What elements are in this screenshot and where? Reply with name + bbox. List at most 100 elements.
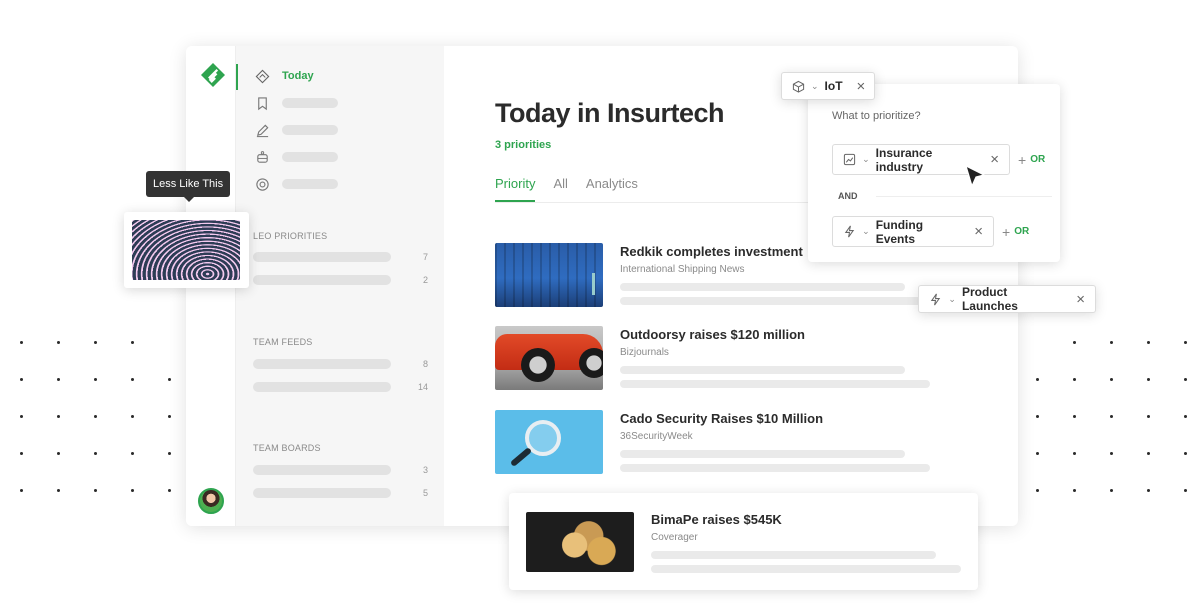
or-label: OR [1030, 154, 1046, 165]
article-source: Coverager [651, 532, 698, 543]
feed-row[interactable]: 14 [253, 382, 428, 392]
article-title[interactable]: Outdoorsy raises $120 million [620, 327, 930, 342]
chevron-down-icon[interactable]: ⌄ [862, 154, 870, 165]
fingerprint-image [132, 220, 240, 280]
diamond-icon [254, 68, 270, 84]
feed-count: 7 [422, 252, 428, 262]
article-summary-placeholder [651, 551, 936, 559]
and-label: AND [838, 191, 858, 201]
or-label: OR [1014, 226, 1030, 237]
feed-row[interactable]: 3 [253, 465, 428, 475]
section-title: TEAM BOARDS [253, 443, 321, 453]
article-source: International Shipping News [620, 264, 745, 275]
feed-count: 14 [417, 382, 428, 392]
article-thumbnail [495, 410, 603, 474]
filter-label: Funding Events [875, 217, 924, 246]
feed-row[interactable]: 8 [253, 359, 428, 369]
close-icon[interactable]: × [857, 79, 866, 94]
chevron-down-icon[interactable]: ⌄ [862, 226, 870, 237]
close-icon[interactable]: × [990, 152, 999, 167]
active-indicator [236, 64, 238, 90]
feed-row[interactable]: 5 [253, 488, 428, 498]
pencil-icon [254, 122, 270, 138]
sidebar: Today LEO PRIORITIES 7 2 TEAM FEEDS 8 14… [236, 46, 444, 526]
sidebar-item-ai[interactable] [254, 149, 338, 165]
filter-chip-funding[interactable]: ⌄ Funding Events × [832, 216, 994, 247]
mouse-cursor-icon [965, 164, 986, 188]
feed-count: 8 [422, 359, 428, 369]
sidebar-item-notes[interactable] [254, 122, 338, 138]
chip-label: IoT [824, 79, 843, 93]
cube-icon [792, 79, 805, 93]
article-thumbnail [526, 512, 634, 572]
feed-row[interactable]: 7 [253, 252, 428, 262]
feed-row[interactable]: 2 [253, 275, 428, 285]
feed-placeholder [253, 359, 391, 369]
section-title: LEO PRIORITIES [253, 231, 328, 241]
feed-placeholder [253, 382, 391, 392]
prioritize-panel: What to prioritize? ⌄ Insurance industry… [808, 84, 1060, 262]
plus-icon: + [1018, 151, 1027, 168]
close-icon[interactable]: × [974, 224, 983, 239]
article-source: 36SecurityWeek [620, 431, 693, 442]
floating-article-card[interactable]: BimaPe raises $545K Coverager [509, 493, 978, 590]
chevron-down-icon[interactable]: ⌄ [948, 294, 956, 305]
page-title: Today in Insurtech [495, 98, 725, 128]
article-title[interactable]: Cado Security Raises $10 Million [620, 411, 930, 426]
article-title[interactable]: BimaPe raises $545K [651, 512, 961, 527]
tab-bar: Priority All Analytics [495, 176, 638, 202]
and-divider [876, 196, 1052, 197]
add-or-button[interactable]: + OR [1018, 152, 1045, 168]
robot-icon [254, 149, 270, 165]
feed-placeholder [253, 252, 391, 262]
sidebar-item-today[interactable]: Today [254, 68, 314, 84]
lightning-icon [843, 225, 856, 239]
fingerprint-card[interactable] [124, 212, 249, 288]
sidebar-item-placeholder [282, 152, 338, 162]
section-title: TEAM FEEDS [253, 337, 313, 347]
feed-count: 5 [422, 488, 428, 498]
prioritize-question: What to prioritize? [832, 110, 921, 122]
article-source: Bizjournals [620, 347, 669, 358]
sidebar-item-label: Today [282, 70, 314, 82]
user-avatar[interactable] [198, 488, 224, 514]
add-or-button[interactable]: + OR [1002, 224, 1029, 240]
chart-icon [843, 153, 856, 167]
lightning-icon [929, 292, 942, 306]
tab-analytics[interactable]: Analytics [586, 176, 638, 202]
article-summary-placeholder [620, 380, 930, 388]
article-summary-placeholder [651, 565, 961, 573]
lifebuoy-icon [254, 176, 270, 192]
iot-chip[interactable]: ⌄ IoT × [781, 72, 875, 100]
feed-count: 3 [422, 465, 428, 475]
feedly-logo-icon[interactable] [200, 62, 226, 88]
article-thumbnail [495, 326, 603, 390]
feed-placeholder [253, 488, 391, 498]
chevron-down-icon[interactable]: ⌄ [811, 81, 819, 92]
sidebar-item-placeholder [282, 98, 338, 108]
chip-label: Product Launches [961, 285, 1018, 313]
article-summary-placeholder [620, 366, 905, 374]
article-summary-placeholder [620, 450, 905, 458]
priorities-count[interactable]: 3 priorities [495, 139, 551, 151]
filter-label: Insurance industry [875, 145, 933, 174]
less-like-this-tooltip: Less Like This [146, 171, 231, 202]
feed-placeholder [253, 275, 391, 285]
sidebar-item-placeholder [282, 125, 338, 135]
article-item[interactable]: Cado Security Raises $10 Million 36Secur… [495, 410, 930, 474]
tab-priority[interactable]: Priority [495, 176, 536, 202]
dot-pattern-left [20, 341, 205, 492]
article-summary-placeholder [620, 464, 930, 472]
product-launches-chip[interactable]: ⌄ Product Launches × [918, 285, 1096, 313]
article-summary-placeholder [620, 297, 930, 305]
tab-all[interactable]: All [553, 176, 567, 202]
sidebar-item-saved[interactable] [254, 95, 338, 111]
article-thumbnail [495, 243, 603, 307]
feed-count: 2 [422, 275, 428, 285]
close-icon[interactable]: × [1076, 292, 1085, 307]
feed-placeholder [253, 465, 391, 475]
article-summary-placeholder [620, 283, 905, 291]
article-item[interactable]: Outdoorsy raises $120 million Bizjournal… [495, 326, 930, 390]
sidebar-item-help[interactable] [254, 176, 338, 192]
bookmark-icon [254, 95, 270, 111]
